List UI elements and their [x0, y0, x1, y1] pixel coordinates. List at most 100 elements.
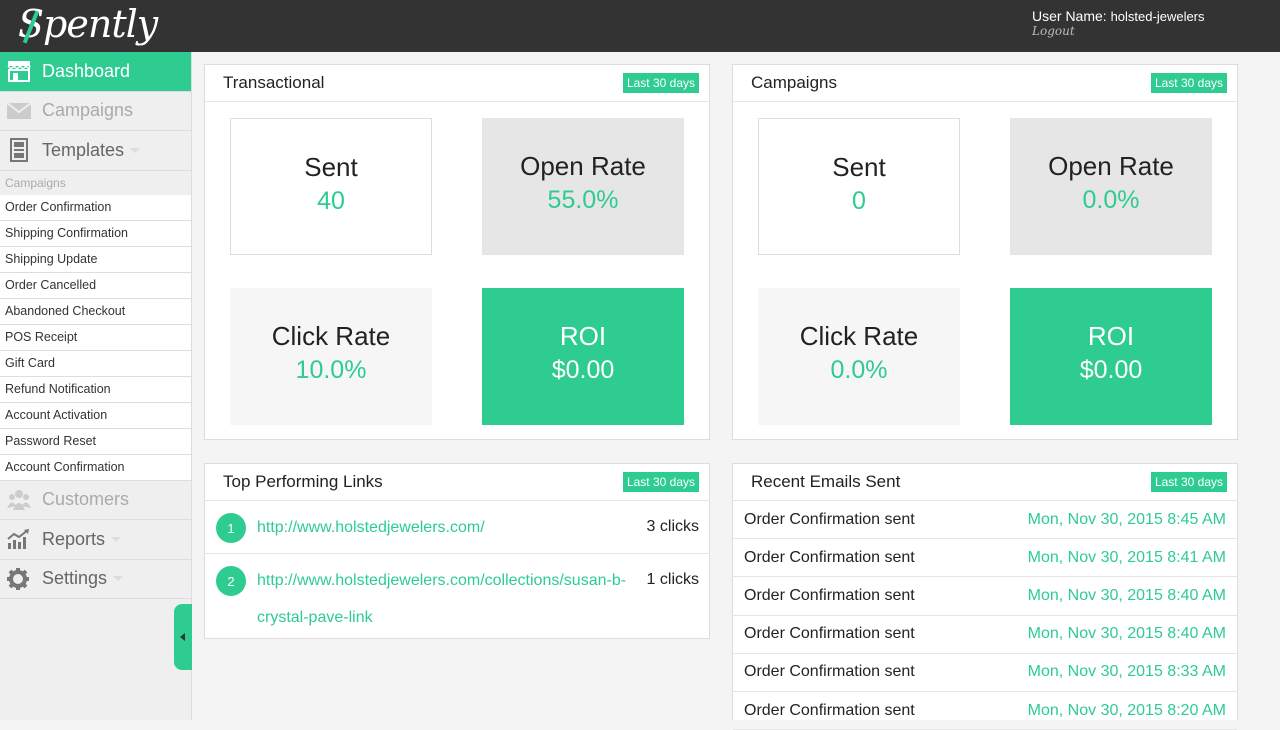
panel-header: Campaigns Last 30 days — [733, 65, 1237, 102]
link-clicks: 3 clicks — [646, 518, 699, 535]
campaigns-panel: Campaigns Last 30 days Sent 0 Open Rate … — [732, 64, 1238, 440]
panel-header: Recent Emails Sent Last 30 days — [733, 464, 1237, 501]
link-url[interactable]: http://www.holstedjewelers.com/ — [257, 509, 627, 546]
sidebar-subitem[interactable]: Abandoned Checkout — [0, 298, 191, 325]
sidebar: Dashboard Campaigns Templates Campaigns … — [0, 52, 192, 720]
chevron-down-icon — [113, 576, 124, 582]
email-row: Order Confirmation sent Mon, Nov 30, 2015… — [733, 539, 1237, 578]
email-date: Mon, Nov 30, 2015 8:40 AM — [1027, 586, 1226, 604]
period-badge: Last 30 days — [1150, 73, 1227, 93]
stat-label: Click Rate — [799, 321, 919, 351]
stat-sent: Sent 40 — [230, 118, 432, 255]
stat-label: Sent — [832, 152, 886, 182]
sidebar-subitem[interactable]: Password Reset — [0, 428, 191, 455]
rank-badge: 2 — [216, 566, 246, 596]
panel-title: Transactional — [223, 73, 325, 92]
customers-icon — [6, 488, 34, 512]
sidebar-item-customers[interactable]: Customers — [0, 481, 191, 520]
spently-logo[interactable]: Spently — [18, 2, 158, 46]
sidebar-item-settings[interactable]: Settings — [0, 560, 191, 599]
sidebar-item-reports[interactable]: Reports — [0, 520, 191, 560]
email-row: Order Confirmation sent Mon, Nov 30, 2015… — [733, 501, 1237, 540]
sidebar-item-label: Dashboard — [42, 60, 131, 81]
panel-title: Top Performing Links — [223, 472, 383, 491]
email-date: Mon, Nov 30, 2015 8:33 AM — [1027, 663, 1226, 681]
stat-value: 0 — [852, 187, 866, 215]
panel-title: Recent Emails Sent — [751, 472, 901, 491]
chevron-down-icon — [130, 147, 141, 153]
top-links-panel: Top Performing Links Last 30 days 1 http… — [204, 463, 710, 639]
transactional-panel: Transactional Last 30 days Sent 40 Open … — [204, 64, 710, 440]
sidebar-item-label: Settings — [42, 568, 108, 589]
stat-sent: Sent 0 — [758, 118, 960, 255]
sidebar-subitem[interactable]: Gift Card — [0, 350, 191, 377]
gear-icon — [6, 567, 34, 591]
logout-link[interactable]: Logout — [1032, 24, 1075, 38]
stat-open-rate: Open Rate 55.0% — [482, 118, 684, 255]
period-badge: Last 30 days — [1150, 472, 1227, 492]
sidebar-item-label: Reports — [42, 528, 106, 549]
email-row: Order Confirmation sent Mon, Nov 30, 2015… — [733, 616, 1237, 654]
user-name-label: User Name: — [1032, 8, 1107, 24]
sidebar-item-label: Campaigns — [42, 100, 134, 121]
email-date: Mon, Nov 30, 2015 8:40 AM — [1027, 625, 1226, 643]
sidebar-subitem[interactable]: Order Cancelled — [0, 272, 191, 299]
email-date: Mon, Nov 30, 2015 8:45 AM — [1027, 510, 1226, 528]
email-text: Order Confirmation sent — [744, 548, 915, 566]
stat-value: 10.0% — [295, 356, 367, 384]
email-list: Order Confirmation sent Mon, Nov 30, 2015… — [733, 501, 1237, 730]
email-row: Order Confirmation sent Mon, Nov 30, 2015… — [733, 577, 1237, 616]
sidebar-item-label: Customers — [42, 489, 130, 510]
period-badge: Last 30 days — [622, 472, 699, 492]
stat-value: 0.0% — [830, 356, 888, 384]
stat-click-rate: Click Rate 10.0% — [230, 288, 432, 425]
recent-emails-panel: Recent Emails Sent Last 30 days Order Co… — [732, 463, 1238, 730]
stat-value: $0.00 — [551, 356, 615, 384]
link-url[interactable]: http://www.holstedjewelers.com/collectio… — [257, 562, 627, 636]
sidebar-subitem[interactable]: Account Activation — [0, 402, 191, 429]
email-text: Order Confirmation sent — [744, 701, 915, 719]
stat-value: 0.0% — [1082, 186, 1140, 214]
stat-value: 40 — [317, 187, 345, 215]
sidebar-subitem[interactable]: Account Confirmation — [0, 454, 191, 481]
email-date: Mon, Nov 30, 2015 8:41 AM — [1027, 548, 1226, 566]
sidebar-subitem[interactable]: Order Confirmation — [0, 194, 191, 221]
email-text: Order Confirmation sent — [744, 586, 915, 604]
user-name-value: holsted-jewelers — [1110, 9, 1205, 24]
email-text: Order Confirmation sent — [744, 625, 915, 643]
sidebar-collapse-handle[interactable] — [174, 604, 192, 670]
sidebar-sub-list: Order Confirmation Shipping Confirmation S… — [0, 194, 191, 481]
template-icon — [6, 138, 34, 163]
sidebar-item-campaigns[interactable]: Campaigns — [0, 92, 191, 131]
sidebar-subitem[interactable]: Refund Notification — [0, 376, 191, 403]
email-row: Order Confirmation sent Mon, Nov 30, 2015… — [733, 654, 1237, 692]
stat-label: Open Rate — [520, 151, 646, 181]
stat-open-rate: Open Rate 0.0% — [1010, 118, 1212, 255]
stat-roi: ROI $0.00 — [1010, 288, 1212, 425]
sidebar-item-templates[interactable]: Templates — [0, 131, 191, 171]
sidebar-subitem[interactable]: Shipping Update — [0, 246, 191, 273]
stat-label: Sent — [304, 152, 358, 182]
email-date: Mon, Nov 30, 2015 8:20 AM — [1027, 701, 1226, 719]
period-badge: Last 30 days — [622, 73, 699, 93]
rank-badge: 1 — [216, 513, 246, 543]
link-row: 2 http://www.holstedjewelers.com/collect… — [205, 554, 709, 638]
panel-title: Campaigns — [751, 73, 837, 92]
stat-label: Open Rate — [1048, 151, 1174, 181]
stat-value: $0.00 — [1079, 356, 1143, 384]
stat-label: Click Rate — [271, 321, 391, 351]
panel-header: Top Performing Links Last 30 days — [205, 464, 709, 501]
user-info: User Name: holsted-jewelers — [1032, 8, 1205, 24]
sidebar-item-label: Templates — [42, 139, 125, 160]
chevron-down-icon — [111, 536, 122, 542]
link-clicks: 1 clicks — [646, 571, 699, 588]
store-icon — [6, 59, 34, 83]
sidebar-subitem[interactable]: Shipping Confirmation — [0, 220, 191, 247]
email-text: Order Confirmation sent — [744, 663, 915, 681]
sidebar-subhead: Campaigns — [5, 175, 66, 190]
sidebar-item-dashboard[interactable]: Dashboard — [0, 52, 191, 92]
email-row: Order Confirmation sent Mon, Nov 30, 2015… — [733, 692, 1237, 730]
panel-header: Transactional Last 30 days — [205, 65, 709, 102]
sidebar-subitem[interactable]: POS Receipt — [0, 324, 191, 351]
stat-roi: ROI $0.00 — [482, 288, 684, 425]
